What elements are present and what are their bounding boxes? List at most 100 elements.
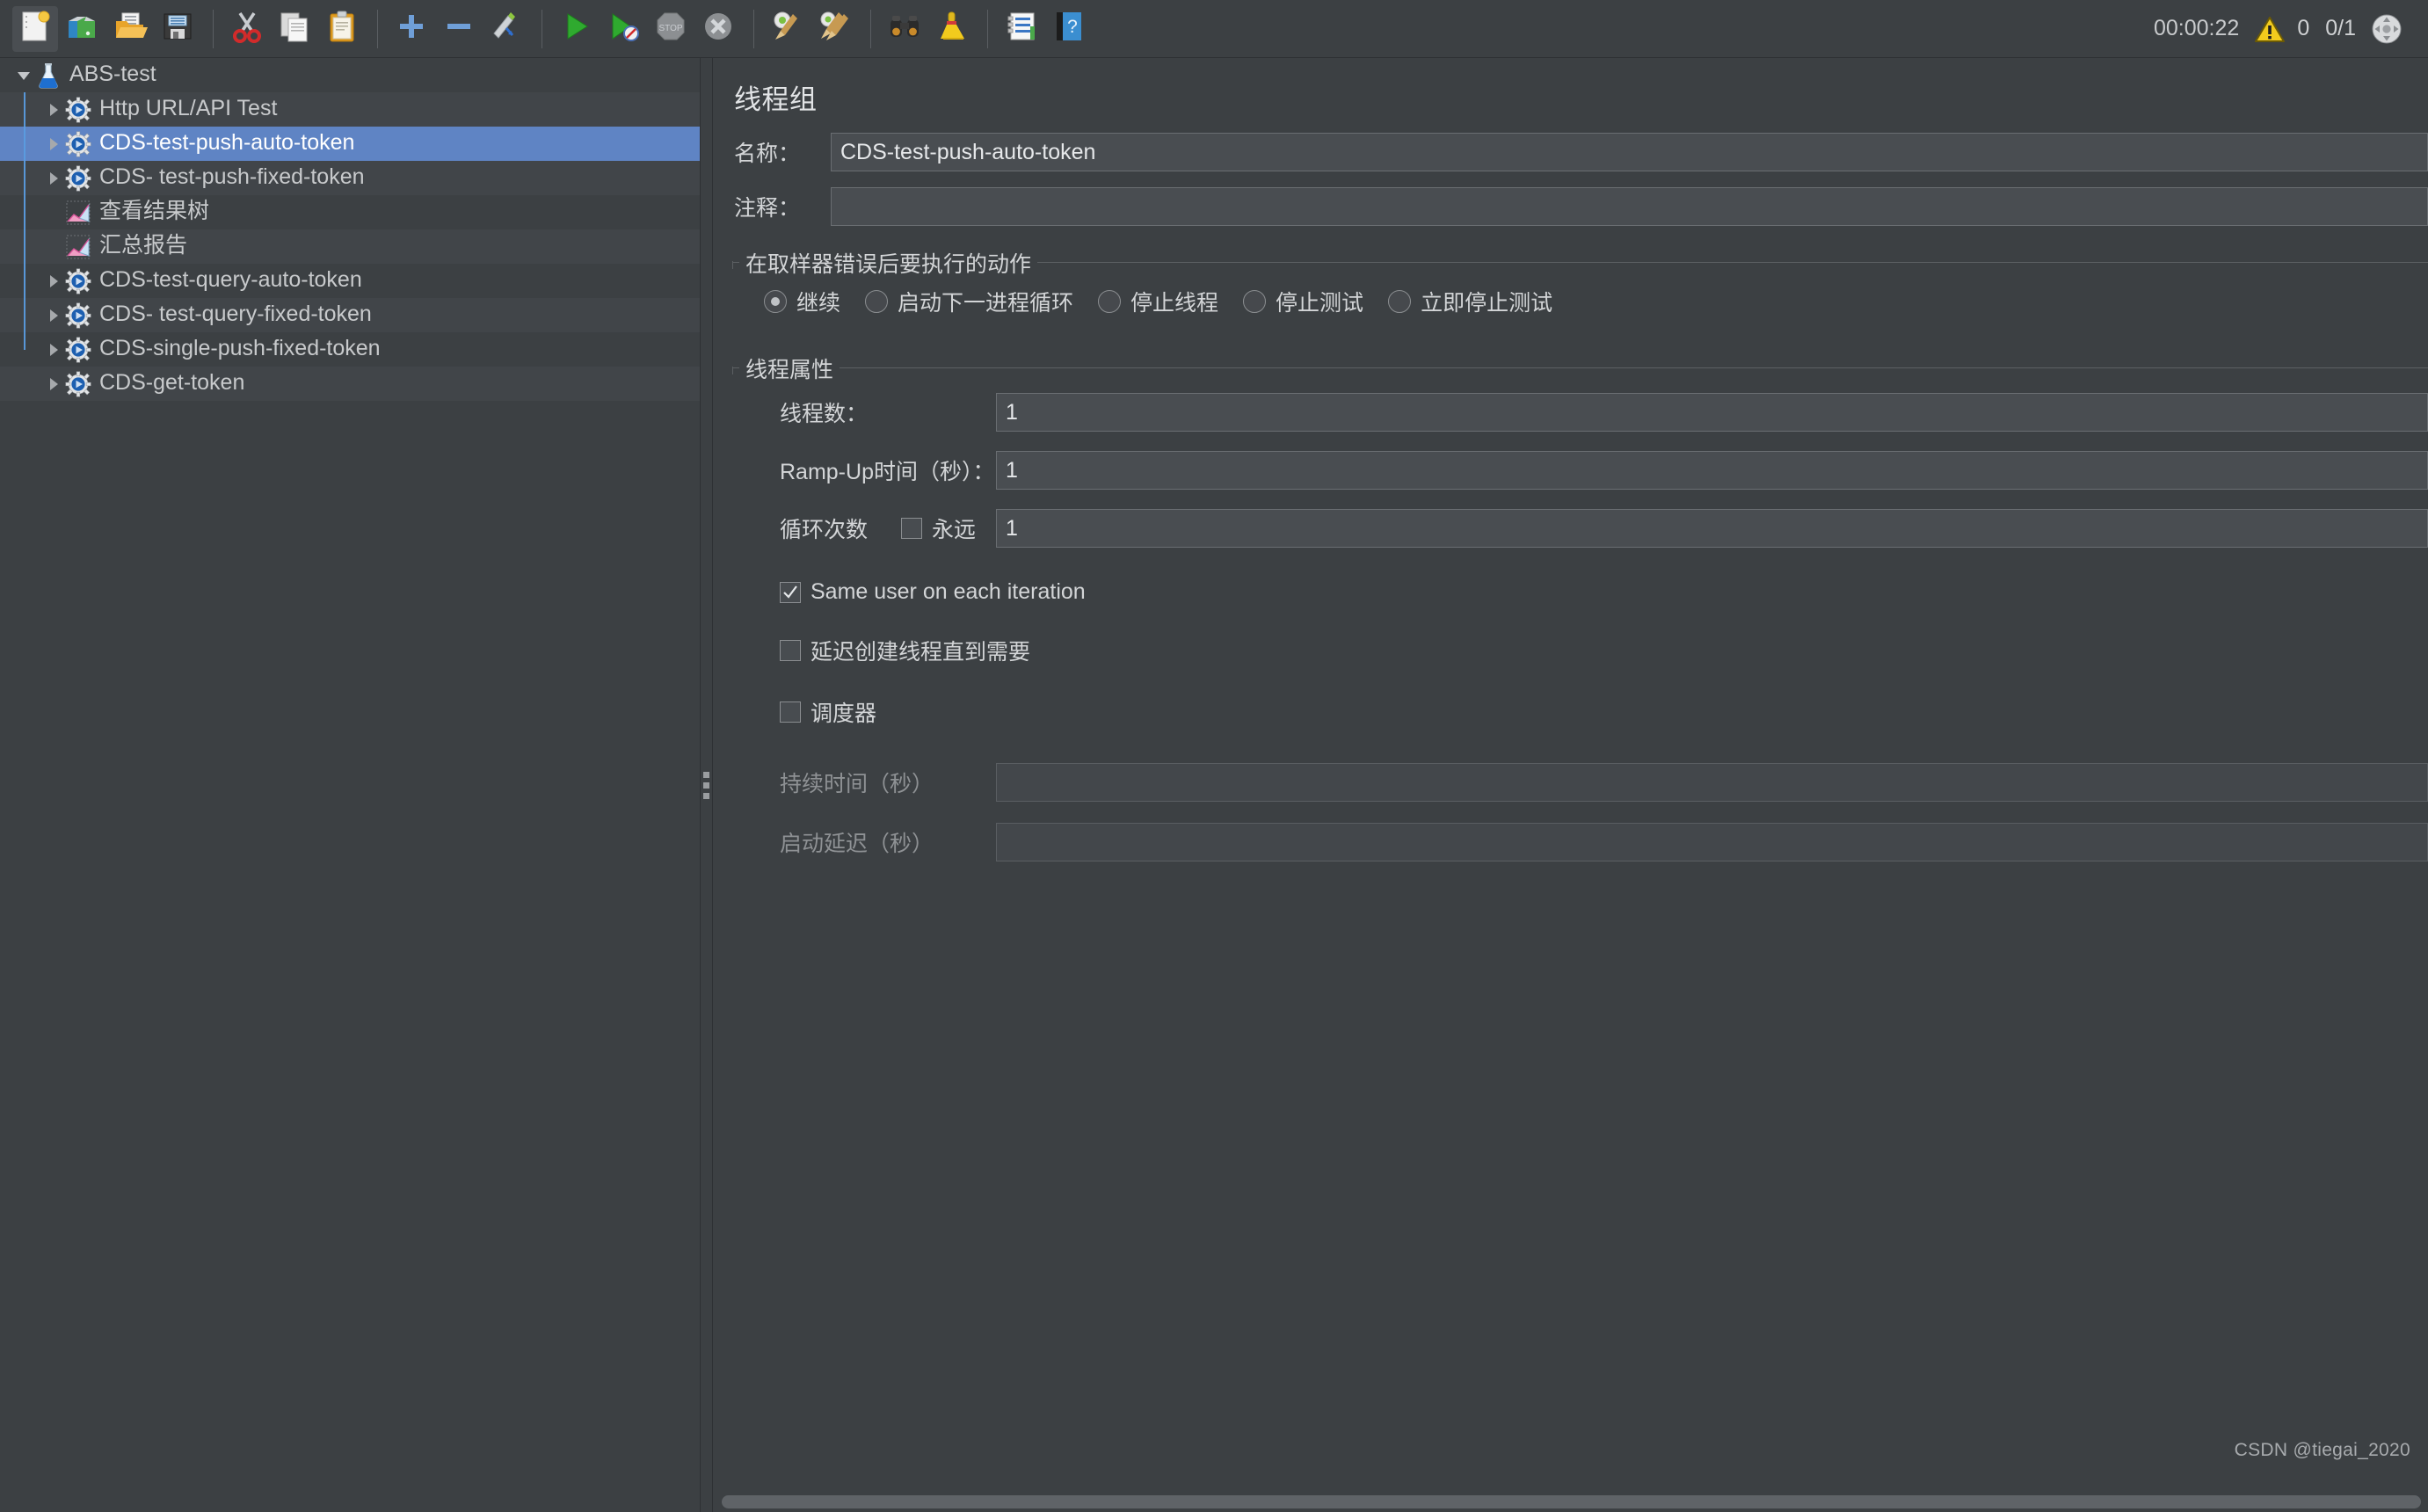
tree-item-node-3[interactable]: CDS- test-push-fixed-token: [0, 161, 700, 195]
toolbar-separator: [987, 9, 988, 48]
expand-all-button[interactable]: [389, 6, 434, 52]
test-plan-tree[interactable]: ABS-test Http URL/API Test CDS-test-push-a…: [0, 58, 700, 401]
tree-twisty-toggle[interactable]: [42, 270, 65, 293]
delayed-start-checkbox[interactable]: [780, 640, 801, 661]
test-plan-tree-pane[interactable]: ABS-test Http URL/API Test CDS-test-push-a…: [0, 58, 701, 1512]
thread-properties-legend: 线程属性: [739, 353, 840, 384]
chevron-right-icon: [50, 274, 58, 287]
clear-button[interactable]: [765, 6, 811, 52]
error-action-option-3[interactable]: 停止测试: [1243, 286, 1363, 317]
forever-checkbox[interactable]: [901, 518, 923, 539]
tree-item-node-4[interactable]: 查看结果树: [0, 195, 700, 229]
comment-field-row: 注释：: [713, 187, 2428, 226]
reset-search-button[interactable]: [929, 6, 975, 52]
open-file-button[interactable]: [107, 6, 153, 52]
clear-all-button[interactable]: [812, 6, 858, 52]
copy-button[interactable]: [272, 6, 317, 52]
tree-twisty-toggle[interactable]: [42, 98, 65, 121]
flask-icon: [35, 62, 62, 89]
delayed-start-row[interactable]: 延迟创建线程直到需要: [732, 635, 2428, 666]
pane-splitter[interactable]: [701, 58, 713, 1512]
loop-count-input[interactable]: 1: [996, 509, 2428, 548]
collapse-all-button[interactable]: [436, 6, 482, 52]
ramp-up-input[interactable]: 1: [996, 451, 2428, 490]
tree-twisty-toggle[interactable]: [42, 133, 65, 156]
tree-twisty-toggle[interactable]: [42, 373, 65, 396]
svg-text:?: ?: [1067, 17, 1078, 37]
new-test-plan-button[interactable]: [12, 5, 58, 52]
same-user-checkbox[interactable]: [780, 581, 801, 603]
startup-delay-input[interactable]: [996, 823, 2428, 861]
radio-button[interactable]: [1388, 290, 1412, 313]
tree-twisty-empty: [42, 236, 65, 258]
toggle-enabled-button[interactable]: [483, 6, 529, 52]
search-button[interactable]: [882, 6, 927, 52]
tree-item-label: CDS- test-query-fixed-token: [99, 302, 372, 326]
clipboard-icon: [324, 9, 360, 48]
horizontal-scrollbar[interactable]: [713, 1493, 2428, 1512]
thread-group-icon: [65, 337, 91, 363]
warning-count: 0: [2297, 16, 2310, 40]
open-templates-button[interactable]: [60, 6, 105, 52]
duration-label: 持续时间（秒）: [780, 772, 934, 796]
error-action-option-2[interactable]: 停止线程: [1098, 286, 1218, 317]
error-action-option-1[interactable]: 启动下一进程循环: [865, 286, 1073, 317]
radio-button[interactable]: [764, 290, 787, 313]
forever-checkbox-wrap[interactable]: 永远: [901, 512, 976, 544]
tree-item-node-1[interactable]: Http URL/API Test: [0, 92, 700, 127]
shutdown-button[interactable]: [695, 6, 741, 52]
warning-triangle-icon[interactable]: [2255, 16, 2286, 42]
thread-group-icon: [65, 302, 91, 329]
new-document-icon: [18, 9, 53, 48]
tree-item-node-9[interactable]: CDS-get-token: [0, 367, 700, 401]
radio-button[interactable]: [1243, 290, 1267, 313]
start-button[interactable]: [553, 6, 599, 52]
radio-button[interactable]: [1098, 290, 1122, 313]
forever-label: 永远: [932, 518, 977, 542]
start-no-timers-button[interactable]: [600, 6, 646, 52]
expand-arrows-icon[interactable]: [2372, 14, 2402, 44]
tree-item-root[interactable]: ABS-test: [0, 58, 700, 92]
scheduler-row[interactable]: 调度器: [732, 696, 2428, 728]
tree-twisty-toggle[interactable]: [42, 304, 65, 327]
radio-button[interactable]: [865, 290, 889, 313]
scrollbar-thumb[interactable]: [722, 1495, 2421, 1508]
tree-item-node-6[interactable]: CDS-test-query-auto-token: [0, 264, 700, 298]
error-action-option-0[interactable]: 继续: [764, 286, 840, 317]
tree-item-node-8[interactable]: CDS-single-push-fixed-token: [0, 332, 700, 367]
tree-twisty-toggle[interactable]: [42, 167, 65, 190]
stop-sign-icon: STOP: [653, 9, 688, 48]
tree-twisty-toggle[interactable]: [12, 64, 35, 87]
same-user-label: Same user on each iteration: [811, 579, 1086, 604]
error-action-option-4[interactable]: 立即停止测试: [1388, 286, 1552, 317]
toolbar-button-group: STOP?: [12, 5, 1094, 52]
thread-group-icon: [65, 131, 91, 157]
num-threads-input[interactable]: 1: [996, 393, 2428, 432]
toolbar-separator: [377, 9, 378, 48]
check-icon: [783, 585, 797, 599]
thread-group-editor-pane: 线程组 名称： CDS-test-push-auto-token 注释： 在取样…: [713, 58, 2428, 1512]
loop-count-label: 循环次数: [780, 518, 869, 542]
comment-input[interactable]: [831, 187, 2428, 226]
same-user-row[interactable]: Same user on each iteration: [732, 579, 2428, 605]
help-book-icon: ?: [1051, 9, 1087, 48]
scheduler-checkbox[interactable]: [780, 701, 801, 723]
tree-item-node-5[interactable]: 汇总报告: [0, 229, 700, 264]
tree-item-node-2[interactable]: CDS-test-push-auto-token: [0, 127, 700, 161]
tree-item-node-7[interactable]: CDS- test-query-fixed-token: [0, 298, 700, 332]
tree-item-label: CDS-get-token: [99, 370, 245, 395]
name-input[interactable]: CDS-test-push-auto-token: [831, 133, 2428, 171]
help-button[interactable]: ?: [1046, 6, 1092, 52]
tree-twisty-toggle[interactable]: [42, 338, 65, 361]
function-helper-button[interactable]: [999, 6, 1044, 52]
cut-button[interactable]: [224, 6, 270, 52]
stop-button[interactable]: STOP: [648, 6, 694, 52]
copy-pages-icon: [277, 9, 312, 48]
toolbar-separator: [870, 9, 871, 48]
paste-button[interactable]: [319, 6, 365, 52]
chevron-right-icon: [50, 377, 58, 390]
main-toolbar: STOP? 00:00:22 0 0/1: [0, 0, 2428, 58]
duration-input[interactable]: [996, 763, 2428, 802]
error-action-groupbox: 在取样器错误后要执行的动作 继续 启动下一进程循环 停止线程 停止测试 立即停止测试: [732, 247, 2428, 317]
save-test-plan-button[interactable]: [155, 6, 200, 52]
